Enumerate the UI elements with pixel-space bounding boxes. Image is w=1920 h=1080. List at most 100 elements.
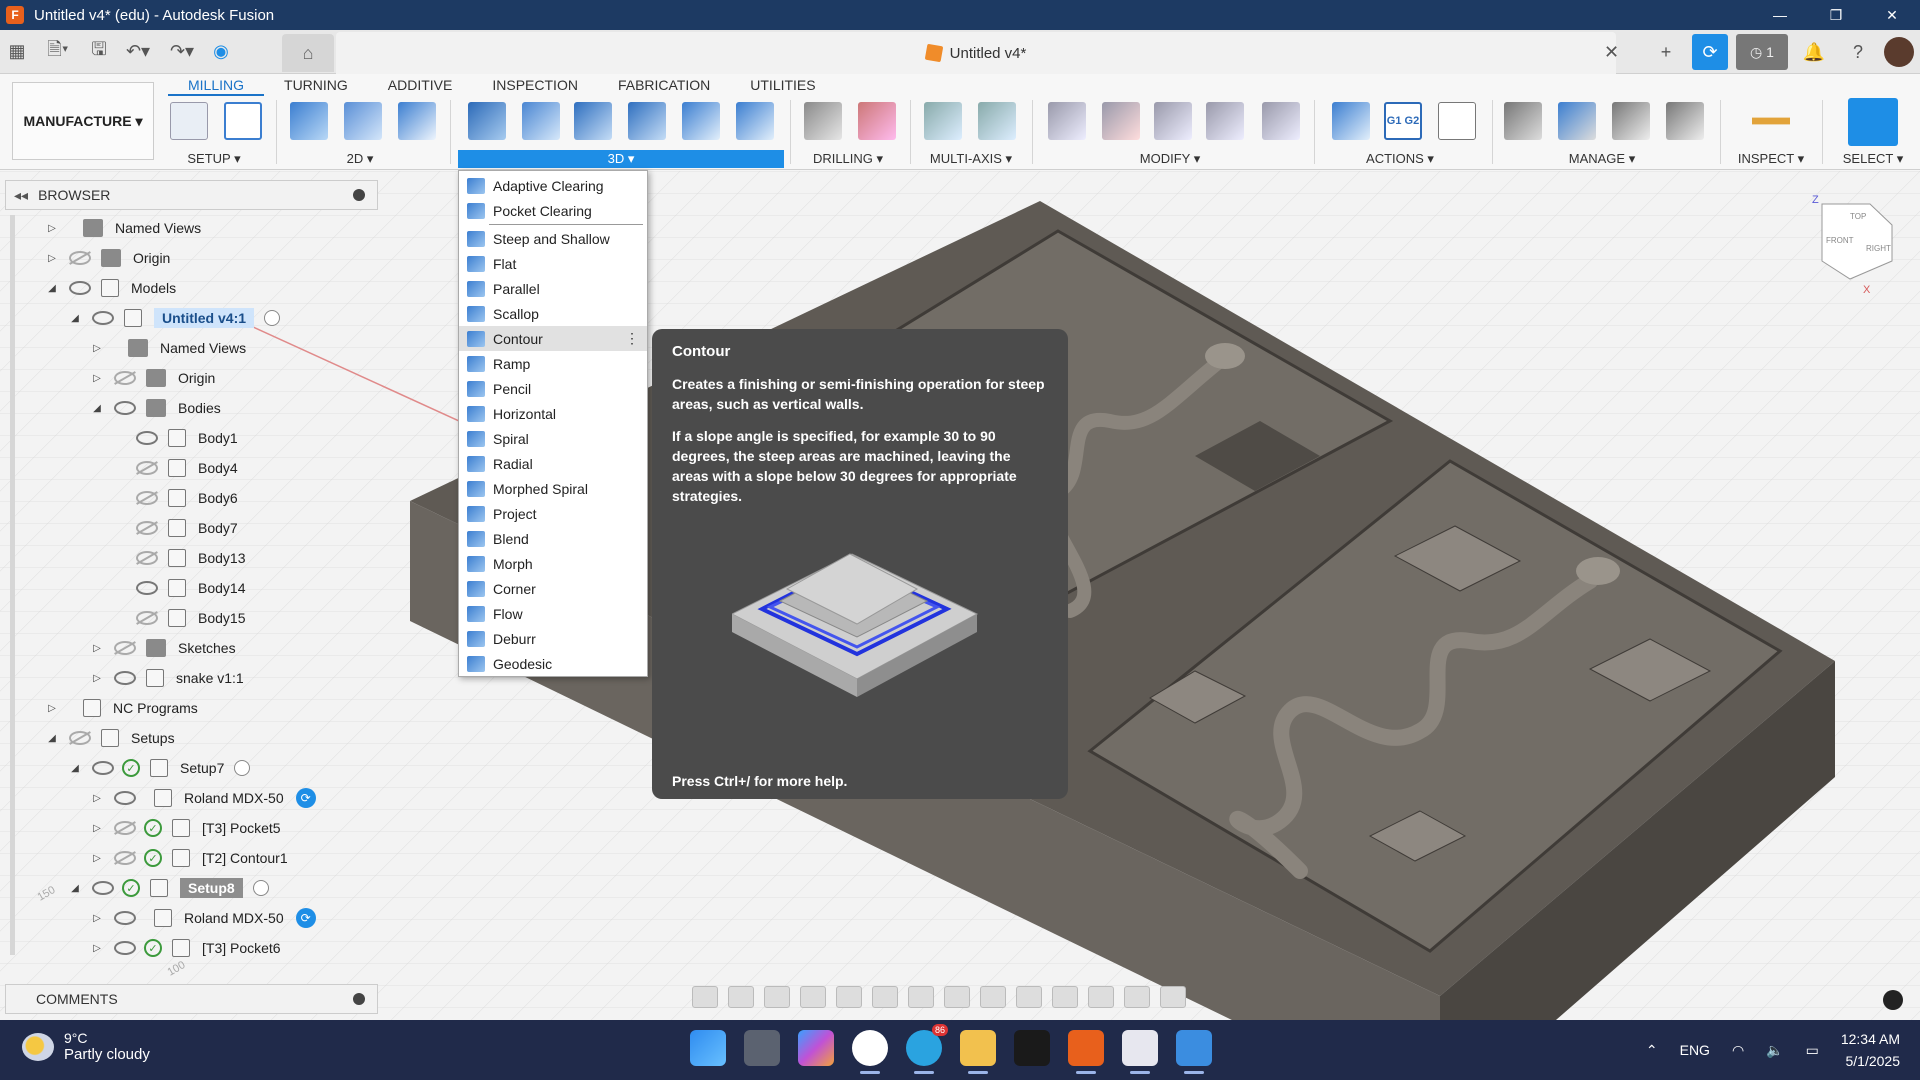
visibility-icon[interactable] xyxy=(136,521,158,535)
swarf-icon[interactable] xyxy=(978,102,1016,140)
menu-item-pencil[interactable]: Pencil xyxy=(459,376,647,401)
expand-icon[interactable]: ▷ xyxy=(45,253,59,264)
machine-library-icon[interactable] xyxy=(1558,102,1596,140)
delete-toolpath-icon[interactable] xyxy=(1102,102,1140,140)
browser-minimize-icon[interactable] xyxy=(353,189,365,201)
modify-group[interactable]: MODIFY ▾ xyxy=(1120,150,1220,168)
tree-row[interactable]: ▷ Origin xyxy=(45,245,170,271)
tab-turning[interactable]: TURNING xyxy=(264,74,368,96)
visibility-icon[interactable] xyxy=(114,371,136,385)
new-tab-icon[interactable]: + xyxy=(1648,34,1684,70)
menu-item-parallel[interactable]: Parallel xyxy=(459,276,647,301)
inspect-group[interactable]: INSPECT ▾ xyxy=(1730,150,1812,168)
avatar[interactable] xyxy=(1884,37,1914,67)
collapse-tree-icon[interactable]: ◢ xyxy=(68,763,82,774)
menu-item-spiral[interactable]: Spiral xyxy=(459,426,647,451)
simulate-icon[interactable] xyxy=(1332,102,1370,140)
tree-row[interactable]: ◢ Bodies xyxy=(90,395,221,421)
expand-icon[interactable]: ▷ xyxy=(45,703,59,714)
refresh-view-icon[interactable] xyxy=(1016,986,1042,1008)
face-icon[interactable] xyxy=(398,102,436,140)
manage-group[interactable]: MANAGE ▾ xyxy=(1550,150,1654,168)
tab-utilities[interactable]: UTILITIES xyxy=(730,74,835,96)
visibility-icon[interactable] xyxy=(136,551,158,565)
tree-row[interactable]: ◢ ✓ Setup8 xyxy=(68,875,269,901)
expand-icon[interactable]: ▷ xyxy=(90,943,104,954)
weather-widget[interactable]: 9°C Partly cloudy xyxy=(22,1030,150,1063)
snipping-tool-icon[interactable] xyxy=(1122,1030,1158,1074)
tree-row[interactable]: ▷ ✓ [T2] Contour1 xyxy=(90,845,288,871)
menu-item-scallop[interactable]: Scallop xyxy=(459,301,647,326)
visibility-icon[interactable] xyxy=(136,581,158,595)
setup-sheet-icon[interactable] xyxy=(1438,102,1476,140)
task-view-icon[interactable] xyxy=(744,1030,780,1066)
pocket-clearing-icon[interactable] xyxy=(522,102,560,140)
language-indicator[interactable]: ENG xyxy=(1680,1042,1710,1058)
more-options-icon[interactable]: ⋮ xyxy=(625,330,639,347)
online-status-icon[interactable]: ⟳ xyxy=(1692,34,1728,70)
tree-row[interactable]: ▷ Named Views xyxy=(90,335,246,361)
copilot-icon[interactable] xyxy=(798,1030,834,1066)
expand-icon[interactable]: ▷ xyxy=(90,853,104,864)
refresh-icon[interactable]: ⟳ xyxy=(295,788,316,808)
visibility-icon[interactable] xyxy=(92,761,114,775)
browser-scrollbar[interactable] xyxy=(10,215,15,955)
visibility-icon[interactable] xyxy=(114,851,136,865)
visibility-icon[interactable] xyxy=(114,791,136,805)
comment-bubble-icon[interactable] xyxy=(1883,990,1903,1010)
menu-item-morphed-spiral[interactable]: Morphed Spiral xyxy=(459,476,647,501)
post-library-icon[interactable] xyxy=(1666,102,1704,140)
stock-display-icon[interactable] xyxy=(1052,986,1078,1008)
menu-item-ramp[interactable]: Ramp xyxy=(459,351,647,376)
hole-recognition-icon[interactable] xyxy=(858,102,896,140)
expand-icon[interactable]: ▷ xyxy=(45,223,59,234)
clock[interactable]: 12:34 AM 5/1/2025 xyxy=(1841,1028,1900,1072)
visibility-icon[interactable] xyxy=(92,311,114,325)
save-icon[interactable]: 🖫 xyxy=(82,35,116,69)
menu-item-morph[interactable]: Morph xyxy=(459,551,647,576)
collapse-tree-icon[interactable]: ◢ xyxy=(68,883,82,894)
tree-row[interactable]: ◢ ✓ Setup7 xyxy=(68,755,251,781)
comments-panel[interactable]: COMMENTS xyxy=(5,984,378,1014)
2d-group[interactable]: 2D ▾ xyxy=(320,150,400,168)
drill-icon[interactable] xyxy=(804,102,842,140)
minimize-button[interactable]: — xyxy=(1752,0,1808,30)
paint-icon[interactable] xyxy=(1176,1030,1212,1074)
tree-row[interactable]: ▷ snake v1:1 xyxy=(90,665,244,691)
manipulate-icon[interactable] xyxy=(1262,102,1300,140)
refresh-icon[interactable]: ⟳ xyxy=(295,908,316,928)
visibility-icon[interactable] xyxy=(114,671,136,685)
activate-radio[interactable] xyxy=(264,310,281,326)
menu-item-adaptive-clearing[interactable]: Adaptive Clearing xyxy=(459,173,647,198)
select-icon[interactable] xyxy=(1848,98,1898,146)
measure-icon[interactable] xyxy=(1752,102,1790,140)
move-toolpath-icon[interactable] xyxy=(1206,102,1244,140)
post-process-icon[interactable]: G1 G2 xyxy=(1384,102,1422,140)
multi-axis-group[interactable]: MULTI-AXIS ▾ xyxy=(920,150,1022,168)
menu-item-contour[interactable]: Contour ⋮ xyxy=(459,326,647,351)
tab-fabrication[interactable]: FABRICATION xyxy=(598,74,730,96)
visibility-icon[interactable] xyxy=(136,431,158,445)
tree-row[interactable]: ▷ NC Programs xyxy=(45,695,198,721)
tool-library-icon[interactable] xyxy=(1504,102,1542,140)
activate-radio[interactable] xyxy=(252,880,269,896)
expand-icon[interactable]: ▷ xyxy=(90,793,104,804)
file-menu-icon[interactable]: 🗎▾ xyxy=(34,35,82,69)
new-setup-icon[interactable] xyxy=(170,102,208,140)
fusion-taskbar-icon[interactable] xyxy=(1068,1030,1104,1074)
tree-row[interactable]: ▷ Roland MDX-50 ⟳ xyxy=(90,785,316,811)
zoom-icon[interactable] xyxy=(800,986,826,1008)
collapse-icon[interactable]: ◂◂ xyxy=(14,187,28,204)
tool-display-icon[interactable] xyxy=(1124,986,1150,1008)
grid-menu-icon[interactable]: ▦ xyxy=(0,35,34,69)
multi-axis-contour-icon[interactable] xyxy=(924,102,962,140)
menu-item-flat[interactable]: Flat xyxy=(459,251,647,276)
visibility-icon[interactable] xyxy=(114,821,136,835)
menu-item-corner[interactable]: Corner xyxy=(459,576,647,601)
tree-row[interactable]: ◢ Setups xyxy=(45,725,175,751)
grid-settings-icon[interactable] xyxy=(908,986,934,1008)
visibility-icon[interactable] xyxy=(69,731,91,745)
menu-item-geodesic[interactable]: Geodesic xyxy=(459,651,647,676)
visibility-icon[interactable] xyxy=(114,401,136,415)
activate-radio[interactable] xyxy=(234,760,251,776)
